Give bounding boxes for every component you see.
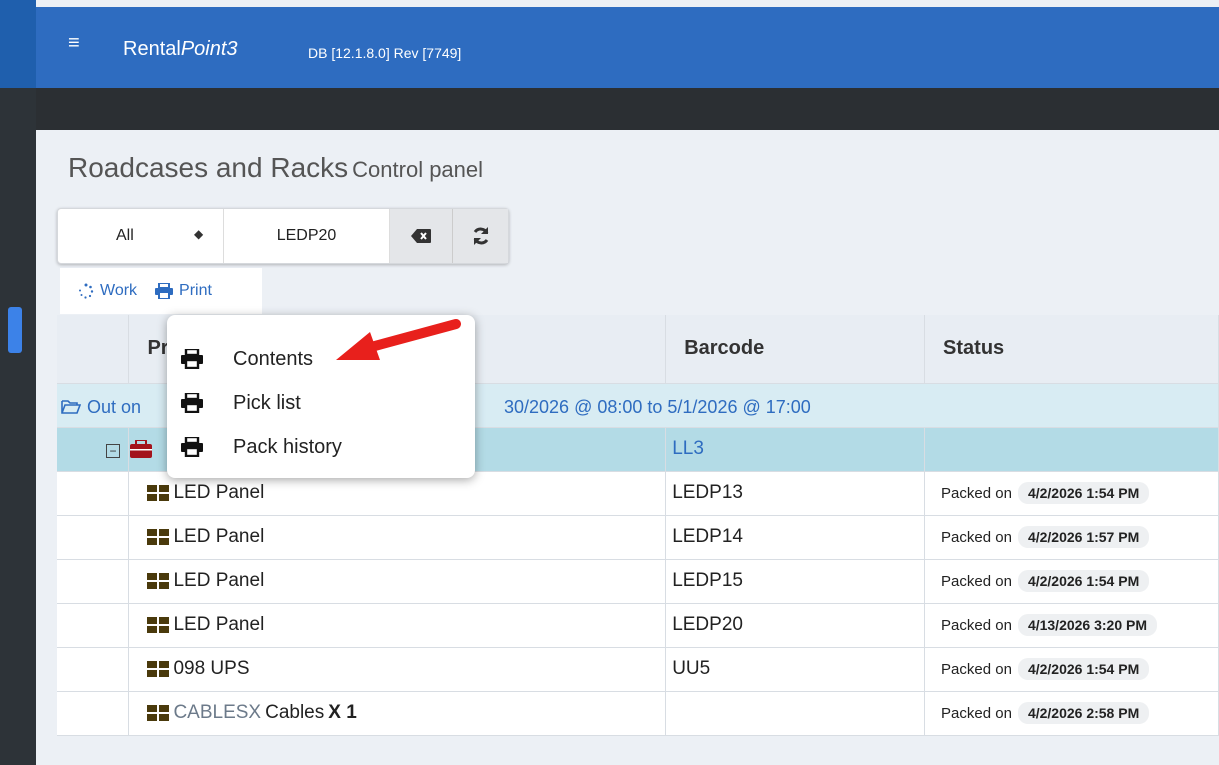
barcode-cell: LEDP20 <box>665 603 926 648</box>
row-index-cell <box>57 647 130 692</box>
top-navbar: ≡ RentalPoint3 DB [12.1.8.0] Rev [7749] <box>36 7 1219 88</box>
status-badge: 4/2/2026 1:54 PM <box>1017 570 1150 592</box>
group-label[interactable]: Out on <box>57 385 141 429</box>
page-title: Roadcases and Racks Control panel <box>68 152 484 183</box>
barcode-cell <box>665 691 926 736</box>
print-button[interactable]: Print <box>155 282 212 300</box>
version-label: DB [12.1.8.0] Rev [7749] <box>308 45 462 61</box>
barcode-cell: LEDP13 <box>665 471 926 516</box>
status-cell: Packed on 4/2/2026 1:54 PM <box>924 647 1219 692</box>
action-bar: Work Print <box>60 268 262 314</box>
group-dates: 30/2026 @ 08:00 to 5/1/2026 @ 17:00 <box>504 396 811 417</box>
work-button[interactable]: Work <box>78 282 137 300</box>
row-index-cell <box>57 691 130 736</box>
row-index-cell <box>57 471 130 516</box>
row-index-cell <box>57 515 130 560</box>
status-badge: 4/2/2026 2:58 PM <box>1017 702 1150 724</box>
status-cell: Packed on 4/2/2026 1:54 PM <box>924 471 1219 516</box>
status-cell: Packed on 4/2/2026 1:57 PM <box>924 515 1219 560</box>
header-status[interactable]: Status <box>924 315 1219 384</box>
rack-barcode[interactable]: LL3 <box>665 427 926 472</box>
status-cell: Packed on 4/2/2026 2:58 PM <box>924 691 1219 736</box>
table-row[interactable]: LED Panel LEDP20 Packed on 4/13/2026 3:20… <box>57 603 1219 648</box>
barcode-search-input[interactable]: LEDP20 <box>224 209 390 263</box>
product-name: Cables <box>265 702 325 723</box>
secondary-bar <box>36 88 1219 130</box>
status-badge: 4/2/2026 1:54 PM <box>1017 482 1150 504</box>
table-row[interactable]: 098 UPS UU5 Packed on 4/2/2026 1:54 PM <box>57 647 1219 692</box>
refresh-icon <box>473 227 488 245</box>
spinner-icon <box>78 283 94 299</box>
left-sidebar-strip <box>0 0 36 765</box>
grid-icon <box>147 529 170 545</box>
filter-bar: All ◆ LEDP20 <box>57 208 509 264</box>
toolbox-icon <box>130 438 152 463</box>
table-row[interactable]: LED Panel LEDP15 Packed on 4/2/2026 1:54 … <box>57 559 1219 604</box>
backspace-icon <box>411 229 431 243</box>
printer-icon <box>181 393 205 413</box>
grid-icon <box>147 705 170 721</box>
row-index-cell <box>57 603 130 648</box>
grid-icon <box>147 485 170 501</box>
product-qty: X 1 <box>328 702 357 723</box>
grid-icon <box>147 661 170 677</box>
barcode-cell: UU5 <box>665 647 926 692</box>
collapse-toggle[interactable]: − <box>106 444 120 458</box>
table-row[interactable]: CABLESX Cables X 1 Packed on 4/2/2026 2:58 … <box>57 691 1219 736</box>
rack-controls: − <box>106 429 152 473</box>
printer-icon <box>181 437 205 457</box>
header-barcode[interactable]: Barcode <box>665 315 926 384</box>
sidebar-toggle-tab[interactable] <box>8 307 22 353</box>
grid-icon <box>147 573 170 589</box>
hamburger-icon[interactable]: ≡ <box>68 33 80 53</box>
print-pick-list-item[interactable]: Pick list <box>167 381 475 425</box>
product-code: CABLESX <box>173 702 262 723</box>
status-badge: 4/2/2026 1:57 PM <box>1017 526 1150 548</box>
print-pack-history-item[interactable]: Pack history <box>167 425 475 469</box>
brand-logo[interactable]: RentalPoint3 <box>123 38 238 61</box>
status-badge: 4/2/2026 1:54 PM <box>1017 658 1150 680</box>
grid-icon <box>147 617 170 633</box>
product-cell: LED Panel <box>128 559 667 604</box>
header-select <box>57 315 130 384</box>
status-badge: 4/13/2026 3:20 PM <box>1017 614 1158 636</box>
rack-status-cell <box>924 427 1219 472</box>
printer-icon <box>155 283 174 299</box>
sort-caret-icon: ◆ <box>194 227 204 241</box>
annotation-arrow-icon <box>336 319 461 360</box>
row-index-cell <box>57 559 130 604</box>
table-row[interactable]: LED Panel LEDP14 Packed on 4/2/2026 1:57 … <box>57 515 1219 560</box>
product-cell: LED Panel <box>128 515 667 560</box>
status-cell: Packed on 4/13/2026 3:20 PM <box>924 603 1219 648</box>
folder-open-icon <box>61 399 81 415</box>
refresh-button[interactable] <box>453 209 508 263</box>
product-cell: 098 UPS <box>128 647 667 692</box>
clear-button[interactable] <box>390 209 453 263</box>
barcode-cell: LEDP14 <box>665 515 926 560</box>
sidebar-top <box>0 0 36 88</box>
status-cell: Packed on 4/2/2026 1:54 PM <box>924 559 1219 604</box>
barcode-cell: LEDP15 <box>665 559 926 604</box>
printer-icon <box>181 349 205 369</box>
filter-select[interactable]: All ◆ <box>58 209 224 263</box>
product-cell: CABLESX Cables X 1 <box>128 691 667 736</box>
page-subtitle: Control panel <box>352 157 484 182</box>
product-cell: LED Panel <box>128 603 667 648</box>
